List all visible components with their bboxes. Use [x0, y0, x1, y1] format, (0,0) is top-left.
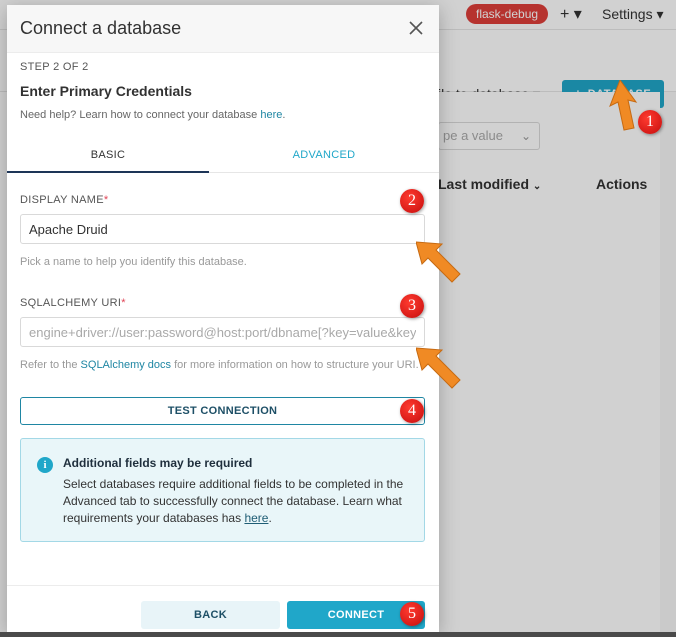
- refer-suffix: for more information on how to structure…: [171, 359, 419, 371]
- help-text: Need help? Learn how to connect your dat…: [20, 109, 285, 121]
- tab-advanced[interactable]: ADVANCED: [209, 137, 439, 173]
- modal-title: Connect a database: [20, 18, 182, 38]
- test-connection-button[interactable]: TEST CONNECTION: [20, 397, 425, 425]
- display-name-label-text: DISPLAY NAME: [20, 194, 104, 206]
- connect-database-modal: Connect a database STEP 2 OF 2 Enter Pri…: [7, 5, 439, 632]
- info-body: Select databases require additional fiel…: [63, 476, 418, 527]
- credential-tabs: BASIC ADVANCED: [7, 137, 439, 173]
- help-link[interactable]: here: [260, 109, 282, 121]
- close-icon[interactable]: [405, 17, 427, 39]
- annotation-marker-5: 5: [400, 602, 424, 626]
- arrow-annotation-3: [416, 347, 461, 389]
- display-name-hint: Pick a name to help you identify this da…: [20, 256, 247, 268]
- info-title: Additional fields may be required: [63, 456, 253, 470]
- sqlalchemy-uri-label-text: SQLALCHEMY URI: [20, 297, 122, 309]
- display-name-label: DISPLAY NAME*: [20, 194, 108, 206]
- arrow-annotation-2: [416, 241, 461, 283]
- required-mark: *: [121, 297, 126, 309]
- help-suffix: .: [282, 109, 286, 121]
- modal-header: Connect a database: [7, 5, 439, 53]
- sqlalchemy-uri-label: SQLALCHEMY URI*: [20, 297, 126, 309]
- modal-footer: BACK CONNECT: [7, 585, 439, 632]
- annotation-marker-1: 1: [638, 110, 662, 134]
- annotation-marker-2: 2: [400, 189, 424, 213]
- annotation-marker-3: 3: [400, 294, 424, 318]
- help-prefix: Need help? Learn how to connect your dat…: [20, 109, 261, 121]
- taskbar-strip: [0, 632, 676, 637]
- back-button[interactable]: BACK: [141, 601, 280, 629]
- step-indicator: STEP 2 OF 2: [20, 61, 89, 73]
- requirements-link[interactable]: here: [244, 511, 268, 525]
- sqlalchemy-refer-text: Refer to the SQLAlchemy docs for more in…: [20, 359, 419, 371]
- info-alert: i Additional fields may be required Sele…: [20, 438, 425, 542]
- info-body-text: Select databases require additional fiel…: [63, 477, 404, 525]
- info-icon: i: [37, 457, 53, 473]
- info-suffix: .: [268, 511, 272, 525]
- display-name-input[interactable]: [20, 214, 425, 244]
- sqlalchemy-uri-input[interactable]: [20, 317, 425, 347]
- annotation-marker-4: 4: [400, 399, 424, 423]
- step-title: Enter Primary Credentials: [20, 83, 192, 99]
- sqlalchemy-docs-link[interactable]: SQLAlchemy docs: [81, 359, 171, 371]
- required-mark: *: [103, 194, 109, 206]
- refer-prefix: Refer to the: [20, 359, 81, 371]
- tab-basic[interactable]: BASIC: [7, 137, 209, 173]
